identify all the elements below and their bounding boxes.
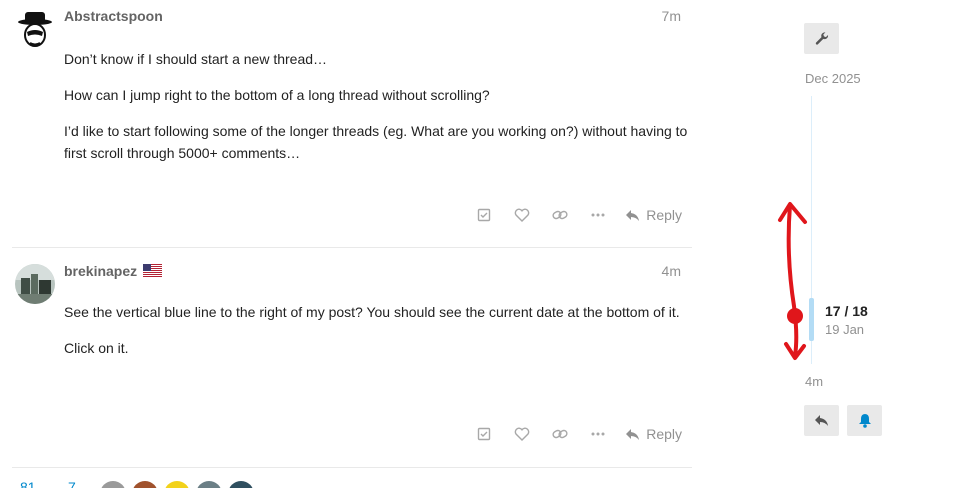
reply-label: Reply: [646, 207, 682, 223]
post-body: Don’t know if I should start a new threa…: [64, 48, 689, 178]
bookmark-icon: [478, 208, 491, 222]
participant-avatar[interactable]: [164, 481, 190, 488]
users-count[interactable]: 7: [68, 479, 76, 488]
bookmark-icon: [478, 427, 491, 441]
post-body: See the vertical blue line to the right …: [64, 301, 689, 373]
wrench-icon: [815, 31, 828, 45]
timeline-start-date[interactable]: Dec 2025: [805, 71, 861, 86]
post-username[interactable]: brekinapez: [64, 263, 137, 279]
link-icon: [552, 210, 568, 220]
copy-link-button[interactable]: [541, 423, 579, 445]
post-actions: Reply: [465, 204, 682, 226]
copy-link-button[interactable]: [541, 204, 579, 226]
timeline-position-date: 19 Jan: [825, 322, 865, 337]
views-count[interactable]: 81: [20, 479, 36, 488]
participant-avatar[interactable]: [100, 481, 126, 488]
post-paragraph: How can I jump right to the bottom of a …: [64, 87, 490, 103]
more-button[interactable]: [579, 423, 617, 445]
participant-avatar[interactable]: [196, 481, 222, 488]
admin-wrench-button[interactable]: [804, 23, 839, 54]
post-age[interactable]: 7m: [662, 8, 681, 24]
post-age[interactable]: 4m: [662, 263, 681, 279]
participant-avatar[interactable]: [228, 481, 254, 488]
link-icon: [552, 429, 568, 439]
like-button[interactable]: [503, 204, 541, 226]
post-1: Abstractspoon 7m Don’t know if I should …: [12, 0, 692, 248]
reply-icon: [815, 415, 828, 426]
post-actions: Reply: [465, 423, 682, 445]
heart-icon: [514, 427, 530, 441]
annotation-arrows: [778, 202, 807, 360]
reply-to-topic-button[interactable]: [804, 405, 839, 436]
reply-icon: [626, 428, 640, 440]
bookmark-button[interactable]: [465, 204, 503, 226]
bookmark-button[interactable]: [465, 423, 503, 445]
post-2: brekinapez 4m See the vertical blue line…: [12, 255, 692, 468]
heart-icon: [514, 208, 530, 222]
reply-label: Reply: [646, 426, 682, 442]
post-paragraph: See the vertical blue line to the right …: [64, 304, 680, 320]
like-button[interactable]: [503, 423, 541, 445]
reply-button[interactable]: Reply: [625, 426, 682, 442]
post-paragraph: Click on it.: [64, 340, 129, 356]
post-paragraph: Don’t know if I should start a new threa…: [64, 51, 328, 67]
post-paragraph: I’d like to start following some of the …: [64, 123, 688, 161]
participant-avatar[interactable]: [132, 481, 158, 488]
us-flag-icon: [143, 264, 162, 277]
timeline-end-date[interactable]: 4m: [805, 374, 823, 389]
post-username[interactable]: Abstractspoon: [64, 8, 163, 24]
bell-icon: [858, 414, 871, 428]
topic-map: 81 7: [12, 477, 692, 488]
ellipsis-icon: [591, 213, 605, 217]
reply-button[interactable]: Reply: [625, 207, 682, 223]
avatar-abstractspoon[interactable]: [15, 10, 55, 50]
ellipsis-icon: [591, 432, 605, 436]
reply-icon: [626, 209, 640, 221]
more-button[interactable]: [579, 204, 617, 226]
notifications-button[interactable]: [847, 405, 882, 436]
avatar-brekinapez[interactable]: [15, 264, 55, 304]
timeline-position: 17 / 18: [825, 303, 868, 319]
